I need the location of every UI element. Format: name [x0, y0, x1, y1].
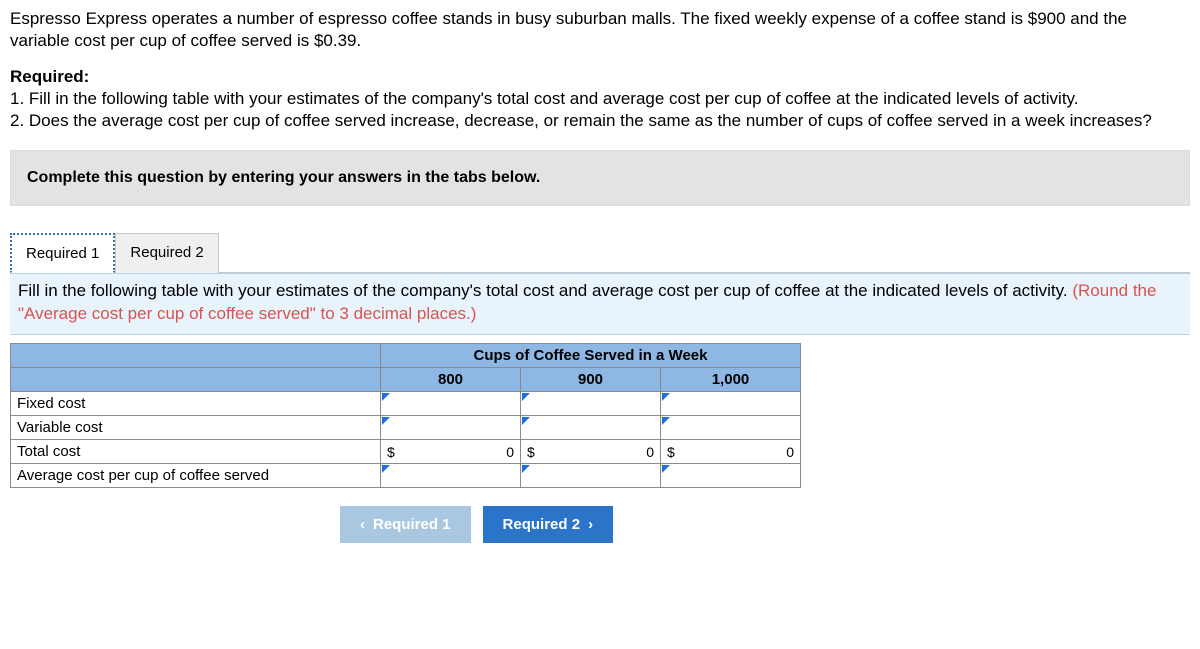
variable-1000-cell[interactable] — [661, 416, 801, 440]
tabs: Required 1 Required 2 — [10, 232, 1190, 273]
chevron-left-icon: ‹ — [360, 516, 365, 533]
variable-900-cell[interactable] — [521, 416, 661, 440]
cost-table: Cups of Coffee Served in a Week 800 900 … — [10, 343, 801, 488]
variable-800-input[interactable] — [381, 416, 520, 439]
prev-label: Required 1 — [373, 516, 451, 533]
variable-800-cell[interactable] — [381, 416, 521, 440]
tab-instruction: Fill in the following table with your es… — [10, 273, 1190, 335]
table-row-fixed: Fixed cost — [11, 392, 801, 416]
avg-800-cell[interactable] — [381, 464, 521, 488]
col-1000: 1,000 — [661, 368, 801, 392]
instruction-main: Fill in the following table with your es… — [18, 281, 1072, 300]
row-label-avg: Average cost per cup of coffee served — [11, 464, 381, 488]
avg-1000-cell[interactable] — [661, 464, 801, 488]
table-header-span: Cups of Coffee Served in a Week — [381, 344, 801, 368]
question-1: 1. Fill in the following table with your… — [10, 88, 1190, 110]
row-label-fixed: Fixed cost — [11, 392, 381, 416]
problem-p1: Espresso Express operates a number of es… — [10, 9, 1127, 50]
variable-900-input[interactable] — [521, 416, 660, 439]
next-label: Required 2 — [503, 516, 581, 533]
table-row-total: Total cost $0 $0 $0 — [11, 440, 801, 464]
total-900-cell: $0 — [521, 440, 661, 464]
fixed-800-cell[interactable] — [381, 392, 521, 416]
row-label-variable: Variable cost — [11, 416, 381, 440]
fixed-800-input[interactable] — [381, 392, 520, 415]
table-row-avg: Average cost per cup of coffee served — [11, 464, 801, 488]
fixed-1000-input[interactable] — [661, 392, 800, 415]
next-button[interactable]: Required 2 › — [483, 506, 614, 543]
fixed-1000-cell[interactable] — [661, 392, 801, 416]
total-800-cell: $0 — [381, 440, 521, 464]
nav-buttons: ‹ Required 1 Required 2 › — [340, 506, 1190, 543]
avg-800-input[interactable] — [381, 464, 520, 487]
prev-button[interactable]: ‹ Required 1 — [340, 506, 471, 543]
tab-required-2[interactable]: Required 2 — [115, 233, 218, 273]
required-label: Required: — [10, 67, 89, 86]
fixed-900-cell[interactable] — [521, 392, 661, 416]
total-1000-cell: $0 — [661, 440, 801, 464]
chevron-right-icon: › — [588, 516, 593, 533]
col-900: 900 — [521, 368, 661, 392]
fixed-900-input[interactable] — [521, 392, 660, 415]
col-800: 800 — [381, 368, 521, 392]
avg-1000-input[interactable] — [661, 464, 800, 487]
variable-1000-input[interactable] — [661, 416, 800, 439]
table-row-variable: Variable cost — [11, 416, 801, 440]
instruction-banner: Complete this question by entering your … — [10, 150, 1190, 206]
row-label-total: Total cost — [11, 440, 381, 464]
tab-required-1[interactable]: Required 1 — [10, 233, 115, 273]
avg-900-cell[interactable] — [521, 464, 661, 488]
question-2: 2. Does the average cost per cup of coff… — [10, 110, 1190, 132]
avg-900-input[interactable] — [521, 464, 660, 487]
problem-statement: Espresso Express operates a number of es… — [10, 8, 1190, 52]
